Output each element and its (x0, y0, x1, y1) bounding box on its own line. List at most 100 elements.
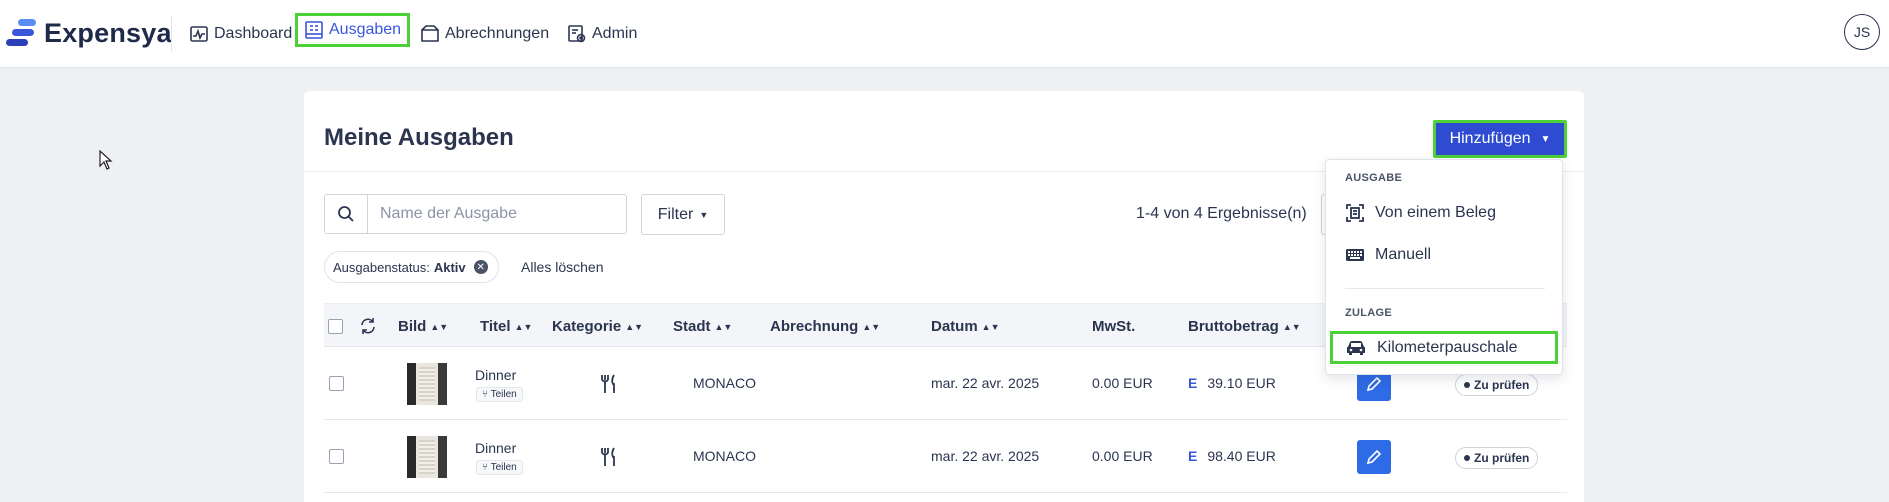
page-title: Meine Ausgaben (324, 124, 514, 151)
search-input[interactable] (368, 195, 626, 233)
status-dot (1464, 382, 1470, 388)
expense-title[interactable]: Dinner (475, 367, 516, 383)
amount-value: 39.10 EUR (1207, 375, 1276, 391)
clear-all-link[interactable]: Alles löschen (521, 259, 604, 275)
nav-label-abrechnungen: Abrechnungen (445, 25, 550, 42)
column-header-abrechnung[interactable]: Abrechnung ▲▼ (770, 318, 880, 335)
user-avatar[interactable]: JS (1844, 14, 1880, 50)
city-cell: MONACO (693, 375, 756, 391)
top-navigation-bar: Expensya Dashboard Ausgaben Abrechnungen… (0, 0, 1889, 68)
share-icon: ⑂ (482, 389, 488, 400)
menu-divider (1345, 288, 1545, 289)
dashboard-icon (190, 26, 208, 42)
caret-down-icon: ▼ (699, 209, 709, 220)
column-header-bild[interactable]: Bild ▲▼ (398, 318, 448, 335)
vat-cell: 0.00 EUR (1092, 448, 1153, 464)
chip-value: Aktiv (433, 259, 466, 275)
scan-receipt-icon (1346, 204, 1364, 222)
row-checkbox[interactable] (329, 376, 344, 391)
status-filter-chip: Ausgabenstatus: Aktiv ✕ (324, 251, 499, 283)
results-count: 1-4 von 4 Ergebnisse(n) (1136, 205, 1307, 222)
sort-icon: ▲▼ (625, 322, 644, 332)
column-header-mwst[interactable]: MwSt. (1092, 318, 1135, 335)
status-badge: Zu prüfen (1455, 374, 1539, 396)
menu-label-manual: Manuell (1375, 246, 1432, 263)
caret-down-icon: ▼ (1540, 133, 1551, 145)
restaurant-icon (601, 374, 615, 393)
column-label: Abrechnung (770, 318, 859, 335)
menu-item-manual[interactable]: Manuell (1345, 245, 1431, 265)
share-button[interactable]: ⑂ Teilen (476, 460, 523, 475)
status-label: Zu prüfen (1474, 451, 1530, 465)
receipt-thumbnail[interactable] (407, 436, 447, 478)
nav-item-ausgaben[interactable]: Ausgaben (295, 13, 411, 47)
app-logo[interactable]: Expensya (6, 16, 172, 50)
admin-icon (568, 25, 586, 43)
add-expense-button[interactable]: Hinzufügen ▼ (1433, 120, 1567, 158)
date-cell: mar. 22 avr. 2025 (931, 448, 1040, 464)
menu-item-mileage[interactable]: Kilometerpauschale (1330, 331, 1558, 364)
sort-icon: ▲▼ (514, 322, 533, 332)
city-cell: MONACO (693, 448, 756, 464)
nav-item-dashboard[interactable]: Dashboard (185, 19, 296, 49)
receipt-icon (305, 21, 323, 39)
menu-label-mileage: Kilometerpauschale (1377, 338, 1518, 356)
search-icon[interactable] (325, 195, 368, 233)
nav-item-abrechnungen[interactable]: Abrechnungen (416, 19, 553, 49)
column-header-datum[interactable]: Datum ▲▼ (931, 318, 1000, 335)
search-box (324, 194, 627, 234)
column-header-titel[interactable]: Titel ▲▼ (480, 318, 532, 335)
edit-button[interactable] (1357, 440, 1391, 474)
pencil-icon (1366, 376, 1382, 392)
amount-cell: E 39.10 EUR (1188, 375, 1276, 391)
receipt-thumbnail[interactable] (407, 363, 447, 405)
filter-label: Filter (657, 205, 694, 223)
currency-marker: E (1188, 375, 1198, 391)
folder-icon (421, 25, 439, 42)
share-icon: ⑂ (482, 462, 488, 473)
remove-chip-icon[interactable]: ✕ (473, 260, 488, 274)
restaurant-icon (601, 447, 615, 466)
column-label: Bild (398, 318, 427, 335)
sort-icon: ▲▼ (714, 322, 733, 332)
share-label: Teilen (490, 462, 517, 473)
status-badge: Zu prüfen (1455, 447, 1539, 469)
column-label: Stadt (673, 318, 711, 335)
menu-item-from-receipt[interactable]: Von einem Beleg (1345, 203, 1496, 223)
column-header-kategorie[interactable]: Kategorie ▲▼ (552, 318, 643, 335)
car-icon (1347, 340, 1365, 355)
menu-section-zulage: ZULAGE (1345, 307, 1393, 319)
column-label: Titel (480, 318, 511, 335)
column-label: Bruttobetrag (1188, 318, 1279, 335)
add-dropdown-menu: AUSGABE Von einem Beleg Manuell ZULAGE K… (1325, 159, 1563, 375)
select-all-checkbox[interactable] (328, 319, 343, 334)
app-name: Expensya (44, 17, 172, 48)
share-button[interactable]: ⑂ Teilen (476, 387, 523, 402)
date-cell: mar. 22 avr. 2025 (931, 375, 1040, 391)
column-header-bruttobetrag[interactable]: Bruttobetrag ▲▼ (1188, 318, 1301, 335)
status-dot (1464, 455, 1470, 461)
column-label: MwSt. (1092, 318, 1136, 335)
nav-label-admin: Admin (592, 25, 638, 42)
logo-mark-icon (6, 16, 36, 50)
expense-title[interactable]: Dinner (475, 440, 516, 456)
column-header-stadt[interactable]: Stadt ▲▼ (673, 318, 732, 335)
add-button-label: Hinzufügen (1449, 130, 1531, 147)
chip-label: Ausgabenstatus: (333, 259, 430, 275)
currency-marker: E (1188, 448, 1198, 464)
mouse-cursor-icon (99, 150, 113, 170)
amount-cell: E 98.40 EUR (1188, 448, 1276, 464)
nav-label-ausgaben: Ausgaben (329, 21, 402, 38)
filter-button[interactable]: Filter ▼ (641, 194, 725, 235)
table-row[interactable]: Dinner ⑂ Teilen MONACO mar. 22 avr. 2025… (324, 420, 1567, 493)
column-label: Datum (931, 318, 978, 335)
nav-item-admin[interactable]: Admin (563, 19, 641, 49)
sort-icon: ▲▼ (862, 322, 881, 332)
share-label: Teilen (490, 389, 517, 400)
nav-label-dashboard: Dashboard (214, 25, 293, 42)
sort-icon: ▲▼ (430, 322, 449, 332)
keyboard-icon (1346, 249, 1364, 261)
refresh-icon[interactable] (359, 317, 377, 335)
row-checkbox[interactable] (329, 449, 344, 464)
column-label: Kategorie (552, 318, 622, 335)
